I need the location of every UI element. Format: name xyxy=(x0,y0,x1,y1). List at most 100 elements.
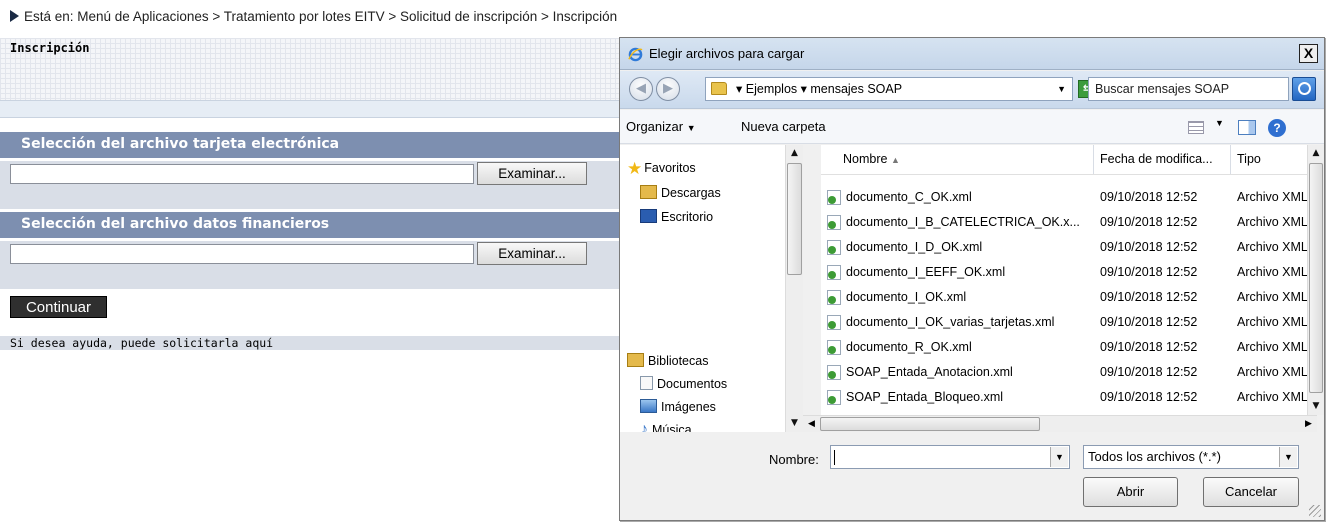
nav-label: Imágenes xyxy=(661,400,716,414)
libraries-icon xyxy=(627,353,644,367)
new-folder-button[interactable]: Nueva carpeta xyxy=(741,119,826,134)
chevron-down-icon[interactable]: ▼ xyxy=(1279,447,1297,467)
help-link[interactable]: Si desea ayuda, puede solicitarla aquí xyxy=(0,336,620,350)
breadcrumb-arrow-icon xyxy=(10,10,19,22)
file-list-hscrollbar[interactable]: ◀ ▶ xyxy=(803,415,1317,432)
nav-label: Música xyxy=(652,423,692,432)
nav-label: Favoritos xyxy=(644,161,696,175)
nav-item-libraries[interactable]: Bibliotecas xyxy=(627,353,708,368)
chevron-down-icon: ▼ xyxy=(686,123,696,133)
organize-menu[interactable]: Organizar ▼ xyxy=(626,119,696,134)
sort-ascending-icon: ▲ xyxy=(890,155,900,165)
address-bar[interactable]: ▾ Ejemplos ▾ mensajes SOAP ▼ xyxy=(705,77,1073,101)
file-name: SOAP_Entada_Anotacion.xml xyxy=(846,365,1013,379)
search-icon[interactable] xyxy=(1292,77,1316,101)
cancel-button[interactable]: Cancelar xyxy=(1203,477,1299,507)
scroll-right-icon[interactable]: ▶ xyxy=(1300,416,1317,433)
chevron-down-icon[interactable]: ▼ xyxy=(1050,447,1068,467)
nav-item-images[interactable]: Imágenes xyxy=(640,399,716,414)
scroll-down-icon[interactable]: ▼ xyxy=(786,415,803,432)
column-name-label: Nombre xyxy=(843,152,888,166)
filetype-select[interactable]: Todos los archivos (*.*) ▼ xyxy=(1083,445,1299,469)
scroll-up-icon[interactable]: ▲ xyxy=(786,145,803,162)
dialog-toolbar: Organizar ▼ Nueva carpeta ▼ ? xyxy=(620,110,1324,144)
file-row[interactable]: documento_C_OK.xml 09/10/2018 12:52 Archiv… xyxy=(821,185,1317,210)
scroll-down-icon[interactable]: ▼ xyxy=(1308,398,1324,415)
view-controls: ▼ ? xyxy=(1188,118,1308,137)
forward-button[interactable]: ▶ xyxy=(656,77,680,101)
section-body-financieros: Examinar... xyxy=(0,241,620,289)
financieros-file-input[interactable] xyxy=(10,244,474,264)
nav-label: Escritorio xyxy=(661,210,714,224)
xml-file-icon xyxy=(827,240,841,255)
chevron-down-icon[interactable]: ▼ xyxy=(1057,78,1066,100)
continue-button[interactable]: Continuar xyxy=(10,296,107,318)
nav-label: Bibliotecas xyxy=(648,354,709,368)
tarjeta-browse-button[interactable]: Examinar... xyxy=(477,162,587,185)
file-date: 09/10/2018 12:52 xyxy=(1100,215,1198,229)
nav-pane-scrollbar[interactable]: ▲ ▼ xyxy=(785,145,803,432)
file-row[interactable]: SOAP_Entada_Anotacion.xml 09/10/2018 12:5… xyxy=(821,360,1317,385)
scrollbar-thumb[interactable] xyxy=(820,417,1040,431)
scroll-up-icon[interactable]: ▲ xyxy=(1308,145,1324,162)
xml-file-icon xyxy=(827,290,841,305)
chevron-down-icon[interactable]: ▼ xyxy=(1215,118,1224,128)
file-name: SOAP_Entada_Bloqueo.xml xyxy=(846,390,1004,404)
filename-input[interactable]: ▼ xyxy=(830,445,1070,469)
nav-item-downloads[interactable]: Descargas xyxy=(640,185,721,200)
xml-file-icon xyxy=(827,315,841,330)
nav-item-favorites[interactable]: ★ Favoritos xyxy=(627,159,696,179)
filetype-value: Todos los archivos (*.*) xyxy=(1088,449,1221,464)
financieros-browse-button[interactable]: Examinar... xyxy=(477,242,587,265)
preview-pane-icon[interactable] xyxy=(1238,120,1256,135)
file-type: Archivo XML xyxy=(1237,340,1308,354)
file-row[interactable]: documento_I_B_CATELECTRICA_OK.x... 09/10/… xyxy=(821,210,1317,235)
column-header-type[interactable]: Tipo xyxy=(1231,145,1317,174)
page-title: Inscripción xyxy=(10,41,90,55)
xml-file-icon xyxy=(827,190,841,205)
scrollbar-thumb[interactable] xyxy=(787,163,802,275)
column-header-name[interactable]: Nombre ▲ xyxy=(821,145,1094,174)
internet-explorer-icon xyxy=(628,47,643,62)
file-type: Archivo XML xyxy=(1237,240,1308,254)
music-icon: ♪ xyxy=(640,421,648,432)
file-date: 09/10/2018 12:52 xyxy=(1100,390,1198,404)
nav-item-desktop[interactable]: Escritorio xyxy=(640,209,713,224)
tarjeta-file-input[interactable] xyxy=(10,164,474,184)
nav-item-music[interactable]: ♪ Música xyxy=(640,421,692,432)
file-row[interactable]: documento_I_OK.xml 09/10/2018 12:52 Archiv… xyxy=(821,285,1317,310)
views-icon[interactable] xyxy=(1188,121,1204,134)
file-name: documento_I_OK.xml xyxy=(846,290,967,304)
resize-grip-icon[interactable] xyxy=(1309,505,1321,517)
file-row[interactable]: documento_I_D_OK.xml 09/10/2018 12:52 Arch… xyxy=(821,235,1317,260)
search-input[interactable]: Buscar mensajes SOAP xyxy=(1088,77,1289,101)
file-name: documento_I_B_CATELECTRICA_OK.x... xyxy=(846,215,1080,229)
downloads-folder-icon xyxy=(640,185,657,199)
file-date: 09/10/2018 12:52 xyxy=(1100,340,1198,354)
file-row[interactable]: documento_I_OK_varias_tarjetas.xml 09/10/… xyxy=(821,310,1317,335)
file-row[interactable]: documento_R_OK.xml 09/10/2018 12:52 Archiv… xyxy=(821,335,1317,360)
file-row[interactable]: documento_I_EEFF_OK.xml 09/10/2018 12:52 A… xyxy=(821,260,1317,285)
header-strip xyxy=(0,100,620,118)
file-list-scrollbar[interactable]: ▲ ▼ xyxy=(1307,145,1324,415)
nav-item-documents[interactable]: Documentos xyxy=(640,376,727,391)
nav-label: Descargas xyxy=(661,186,721,200)
column-header-date[interactable]: Fecha de modifica... xyxy=(1094,145,1231,174)
breadcrumb-text: Está en: Menú de Aplicaciones > Tratamie… xyxy=(24,9,618,24)
scroll-left-icon[interactable]: ◀ xyxy=(803,416,820,433)
close-button[interactable]: X xyxy=(1299,44,1318,63)
scrollbar-thumb[interactable] xyxy=(1309,163,1323,393)
file-row[interactable]: SOAP_Entada_Bloqueo.xml 09/10/2018 12:52 A… xyxy=(821,385,1317,410)
section-body-tarjeta: Examinar... xyxy=(0,161,620,209)
file-name: documento_I_OK_varias_tarjetas.xml xyxy=(846,315,1055,329)
file-date: 09/10/2018 12:52 xyxy=(1100,240,1198,254)
xml-file-icon xyxy=(827,340,841,355)
navigation-pane: ★ Favoritos Descargas Escritorio Bibliote… xyxy=(620,145,803,432)
open-button[interactable]: Abrir xyxy=(1083,477,1178,507)
help-icon[interactable]: ? xyxy=(1268,119,1286,137)
back-button[interactable]: ◀ xyxy=(629,77,653,101)
file-type: Archivo XML xyxy=(1237,290,1308,304)
file-type: Archivo XML xyxy=(1237,190,1308,204)
dialog-title: Elegir archivos para cargar xyxy=(649,46,805,61)
file-dialog: Elegir archivos para cargar X ◀ ▶ ▾ Ejem… xyxy=(619,37,1325,521)
